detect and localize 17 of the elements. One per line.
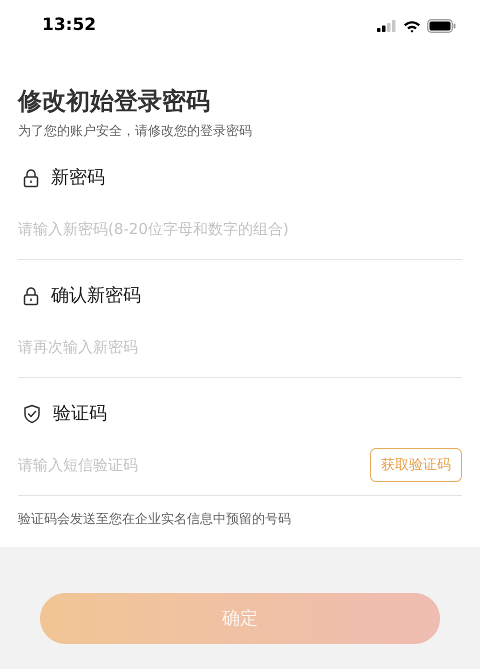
input-field[interactable]: 请再次输入新密码 (18, 327, 462, 367)
battery-icon (427, 19, 456, 33)
field-label: 确认新密码 (51, 284, 141, 308)
input-field[interactable]: 请输入新密码(8-20位字母和数字的组合) (18, 209, 462, 249)
page-title: 修改初始登录密码 (18, 86, 211, 116)
shield-check-icon (23, 404, 41, 424)
get-code-button[interactable]: 获取验证码 (370, 448, 462, 482)
note-text: 验证码会发送至您在企业实名信息中预留的号码 (18, 510, 292, 528)
page-subtitle: 为了您的账户安全，请修改您的登录密码 (18, 123, 253, 141)
field-label: 验证码 (53, 402, 107, 426)
field-label: 新密码 (51, 166, 105, 190)
signal-icon (377, 20, 397, 32)
input-field[interactable]: 请输入短信验证码 (18, 445, 370, 485)
status-time: 13:52 (42, 14, 96, 38)
lock-icon (23, 286, 39, 306)
wifi-icon (403, 20, 421, 32)
lock-icon (23, 168, 39, 188)
